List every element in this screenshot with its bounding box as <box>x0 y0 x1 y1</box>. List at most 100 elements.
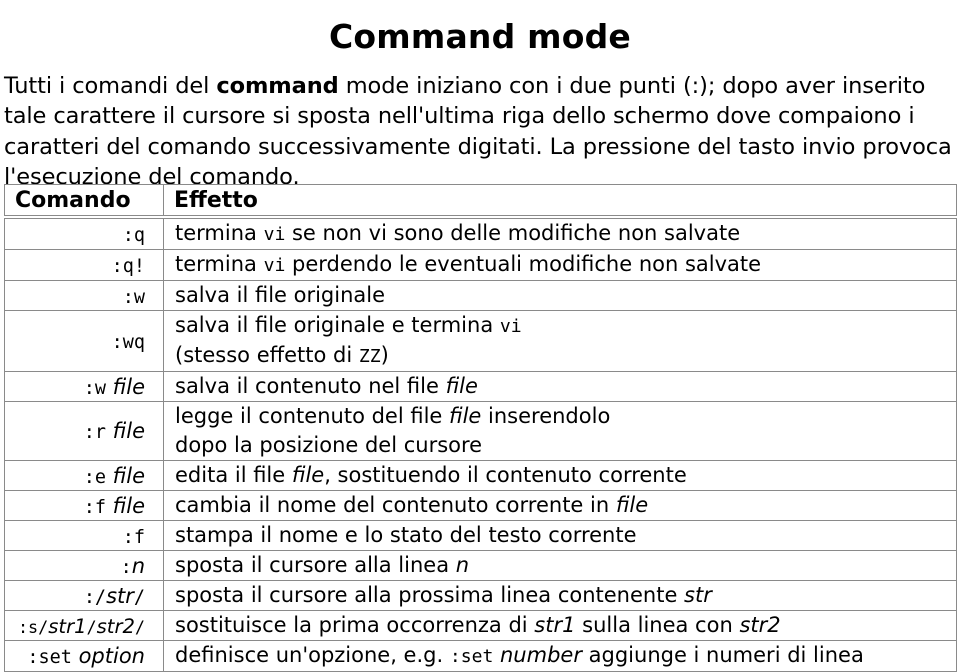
text-run: salva il file originale <box>175 283 386 307</box>
cell-command: :s/str1/str2/ <box>4 610 164 641</box>
effect-line: stampa il nome e lo stato del testo corr… <box>175 521 956 550</box>
text-run: vi <box>499 316 522 337</box>
table-row: :e file edita il file file, sostituendo i… <box>4 460 957 491</box>
text-run: file <box>291 463 325 487</box>
table-row: :f file cambia il nome del contenuto corr… <box>4 490 957 521</box>
text-run: file <box>106 374 145 399</box>
cell-effect: termina vi perdendo le eventuali modific… <box>163 249 957 281</box>
table-row: :w file salva il contenuto nel file file <box>4 371 957 402</box>
table-row: :wq salva il file originale e termina vi(… <box>4 310 957 372</box>
text-run: sostituisce la prima occorrenza di <box>175 613 535 637</box>
cell-command: :f file <box>4 490 164 521</box>
cell-command: :n <box>4 550 164 581</box>
text-run: sposta il cursore alla linea <box>175 553 456 577</box>
effect-line: termina vi se non vi sono delle modifich… <box>175 219 956 249</box>
text-run: (stesso effetto di <box>175 343 359 367</box>
text-run: vi <box>263 224 286 245</box>
text-run: inserendolo <box>481 404 611 428</box>
cell-command: :/str/ <box>4 580 164 611</box>
text-run: :w <box>122 286 145 308</box>
effect-line: salva il file originale <box>175 281 956 310</box>
table-header: Comando Effetto <box>4 184 957 219</box>
table-row: :f stampa il nome e lo stato del testo co… <box>4 520 957 551</box>
cell-effect: legge il contenuto del file file inseren… <box>163 401 957 461</box>
text-run: str <box>106 583 134 608</box>
table-row: :s/str1/str2/sostituisce la prima occorr… <box>4 610 957 641</box>
text-run: stampa il nome e lo stato del testo corr… <box>175 523 637 547</box>
cell-command: :q <box>4 218 164 250</box>
text-run: perdendo le eventuali modifiche non salv… <box>285 252 762 276</box>
text-run: termina <box>175 221 264 245</box>
text-run: : <box>120 556 132 578</box>
text-run: :e <box>83 466 106 488</box>
text-run: edita il file <box>175 463 292 487</box>
table-row: :w salva il file originale <box>4 280 957 311</box>
column-header-effect: Effetto <box>163 184 957 216</box>
text-run: :w <box>83 377 106 399</box>
text-run: termina <box>175 252 264 276</box>
text-run: :q <box>122 225 145 246</box>
text-run: cambia il nome del contenuto corrente in <box>175 493 616 517</box>
text-run: str1 <box>534 613 576 637</box>
cell-effect: sostituisce la prima occorrenza di str1 … <box>163 610 957 641</box>
text-run: ) <box>380 343 389 367</box>
cell-effect: salva il file originale e termina vi (ste… <box>163 310 957 372</box>
text-run: :set <box>27 647 72 668</box>
text-run: file <box>445 374 478 398</box>
text-run: command <box>216 72 339 99</box>
cell-command: :w file <box>4 371 164 402</box>
text-run: option <box>71 644 145 668</box>
text-run: :f <box>122 526 145 548</box>
table-row: :set option definisce un'opzione, e.g. :s… <box>4 640 957 672</box>
cell-effect: stampa il nome e lo stato del testo corr… <box>163 520 957 551</box>
effect-line: definisce un'opzione, e.g. :set number a… <box>175 641 956 671</box>
cell-command: :q! <box>4 249 164 281</box>
text-run: str2 <box>739 613 781 637</box>
slide-page: Command mode Tutti i comandi del command… <box>0 0 960 672</box>
command-reference-table: Comando Effetto :q termina vi se non vi s… <box>4 184 957 672</box>
text-run: / <box>134 616 145 637</box>
table-row: :/str/sposta il cursore alla prossima li… <box>4 580 957 611</box>
effect-line: sostituisce la prima occorrenza di str1 … <box>175 611 956 640</box>
cell-effect: sposta il cursore alla prossima linea co… <box>163 580 957 611</box>
text-run: file <box>106 419 145 443</box>
cell-effect: edita il file file, sostituendo il conte… <box>163 460 957 491</box>
cell-effect: salva il file originale <box>163 280 957 311</box>
effect-line: dopo la posizione del cursore <box>175 431 956 460</box>
text-run: file <box>449 404 482 428</box>
table-header-row: Comando Effetto <box>4 184 957 216</box>
text-run: sulla linea con <box>575 613 740 637</box>
effect-line: salva il contenuto nel file file <box>175 372 956 401</box>
text-run: :wq <box>111 332 145 353</box>
cell-effect: salva il contenuto nel file file <box>163 371 957 402</box>
effect-line: salva il file originale e termina vi <box>175 311 956 341</box>
text-run: vi <box>263 255 286 276</box>
text-run: str1 <box>48 614 87 638</box>
table-body: :q termina vi se non vi sono delle modifi… <box>4 218 957 672</box>
text-run: se non vi sono delle modifiche non salva… <box>285 221 741 245</box>
text-run: sposta il cursore alla prossima linea co… <box>175 583 685 607</box>
table-row: :n sposta il cursore alla linea n <box>4 550 957 581</box>
text-run: dopo la posizione del cursore <box>175 433 483 457</box>
cell-command: :wq <box>4 310 164 372</box>
text-run: salva il file originale e termina <box>175 313 500 337</box>
text-run <box>493 643 500 667</box>
text-run: :f <box>83 496 106 518</box>
column-header-command: Comando <box>4 184 164 216</box>
cell-command: :w <box>4 280 164 311</box>
text-run: :q! <box>111 256 145 277</box>
table-row: :q! termina vi perdendo le eventuali modi… <box>4 249 957 281</box>
text-run: file <box>615 493 649 517</box>
intro-paragraph: Tutti i comandi del command mode inizian… <box>4 71 956 193</box>
text-run: / <box>133 586 145 608</box>
text-run: :/ <box>83 586 107 608</box>
text-run: str2 <box>96 614 135 638</box>
text-run: aggiunge i numeri di linea <box>581 643 864 667</box>
table-row: :r file legge il contenuto del file file … <box>4 401 957 461</box>
text-run: number <box>500 643 582 667</box>
effect-line: sposta il cursore alla linea n <box>175 551 956 580</box>
text-run: str <box>684 583 712 607</box>
text-run: salva il contenuto nel file <box>175 374 446 398</box>
text-run: :set <box>449 646 494 667</box>
cell-command: :f <box>4 520 164 551</box>
